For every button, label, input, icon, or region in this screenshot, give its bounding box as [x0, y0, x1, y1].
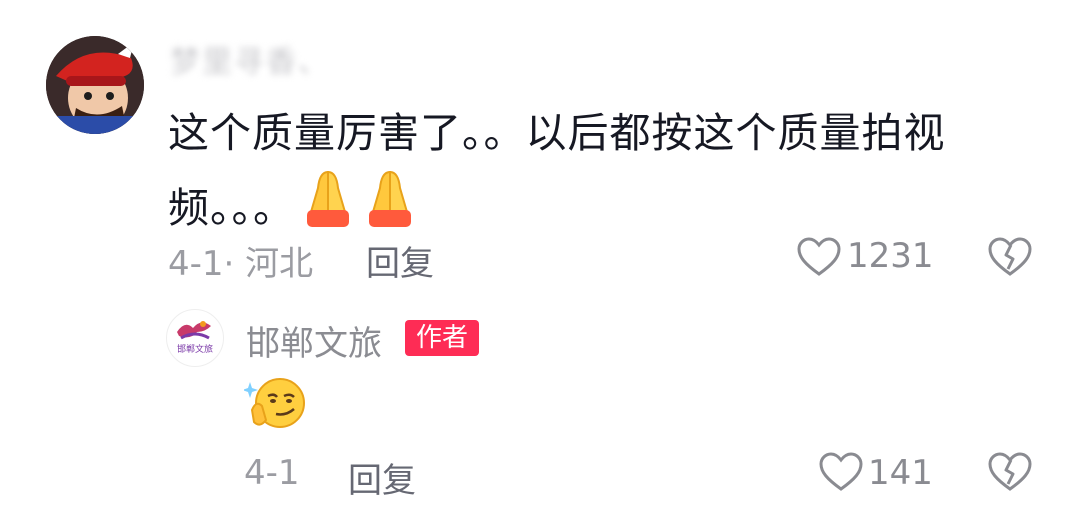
reply-dislike-button[interactable]	[988, 452, 1032, 496]
author-avatar[interactable]: 邯郸文旅	[166, 309, 224, 367]
reply-like-button[interactable]	[819, 452, 863, 496]
like-count: 1231	[847, 236, 934, 276]
broken-heart-icon	[988, 237, 1032, 276]
heart-icon	[819, 452, 863, 491]
commenter-avatar-image	[46, 36, 144, 134]
author-avatar-text: 邯郸文旅	[177, 343, 213, 355]
reply-like-count: 141	[868, 453, 933, 493]
comment-meta: 4-1· 河北	[168, 244, 314, 284]
comment-body: 这个质量厉害了。。以后都按这个质量拍视频。。。	[168, 98, 988, 249]
heart-icon	[797, 237, 841, 276]
like-button[interactable]	[797, 237, 841, 281]
dislike-button[interactable]	[988, 237, 1032, 281]
broken-heart-icon	[988, 452, 1032, 491]
commenter-avatar[interactable]	[46, 36, 144, 134]
author-badge: 作者	[405, 320, 480, 356]
author-avatar-logo: 邯郸文旅	[168, 311, 222, 365]
thinking-smirk-emoji-icon	[242, 376, 306, 434]
reply-button-2[interactable]: 回复	[348, 453, 416, 502]
reply-meta: 4-1	[244, 453, 300, 493]
reply-button[interactable]: 回复	[366, 236, 434, 285]
comment-text: 这个质量厉害了。。以后都按这个质量拍视频。。。	[168, 109, 946, 232]
author-username[interactable]: 邯郸文旅	[246, 316, 382, 365]
commenter-username[interactable]: 梦里寻香、	[170, 37, 330, 81]
